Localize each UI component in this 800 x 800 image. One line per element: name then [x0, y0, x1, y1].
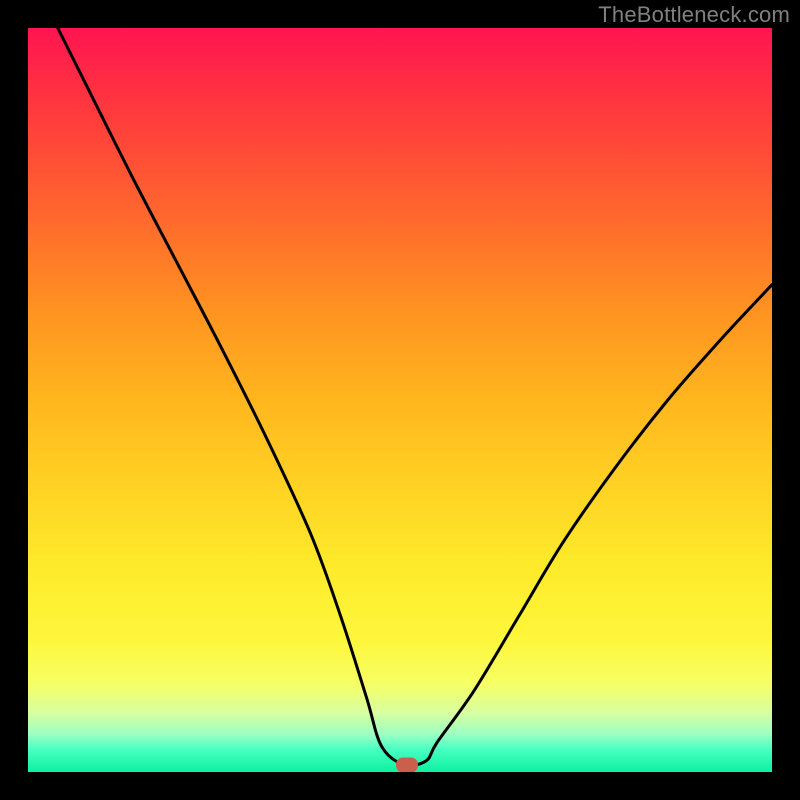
watermark-text: TheBottleneck.com — [598, 2, 790, 28]
optimal-point-marker — [396, 757, 418, 772]
chart-frame: TheBottleneck.com — [0, 0, 800, 800]
curve-svg — [28, 28, 772, 772]
bottleneck-curve — [58, 28, 772, 766]
plot-area — [28, 28, 772, 772]
